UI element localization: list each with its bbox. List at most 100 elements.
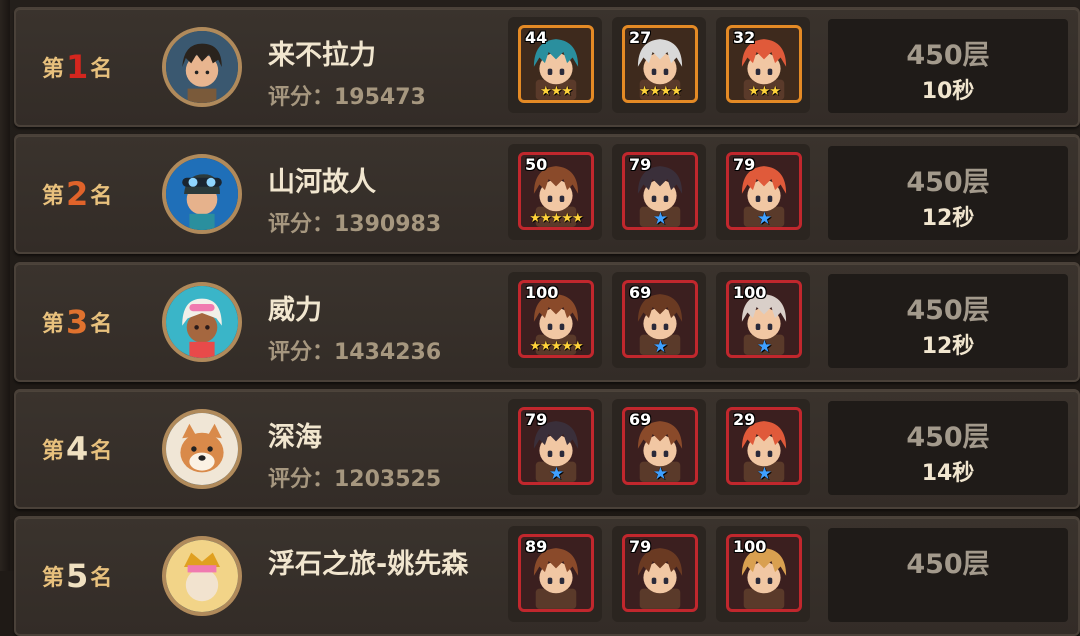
- result-panel: 450层 12秒: [828, 274, 1068, 368]
- player-score: 评分：1203525: [268, 467, 442, 492]
- ranking-row[interactable]: 第 2 名 山河故人评分：1390983 50 ★★★★★ 79 ★ 79 ★ 450层 12秒: [14, 134, 1080, 254]
- hero-slot: 79 ★: [508, 399, 602, 495]
- hero-slot: 50 ★★★★★: [508, 144, 602, 240]
- hero-portrait[interactable]: 27 ★★★★: [622, 25, 698, 103]
- hero-lineup: 50 ★★★★★ 79 ★ 79 ★: [508, 144, 810, 244]
- result-panel: 450层 10秒: [828, 19, 1068, 113]
- floor-reached: 450层: [906, 167, 990, 198]
- hero-portrait[interactable]: 79 ★: [726, 152, 802, 230]
- player-avatar-icon[interactable]: [162, 409, 242, 489]
- rank-number: 4: [66, 430, 89, 468]
- player-avatar-icon[interactable]: [162, 27, 242, 107]
- hero-portrait[interactable]: 69 ★: [622, 407, 698, 485]
- rank-label: 第3名: [42, 302, 142, 342]
- ranking-row[interactable]: 第 1 名 来不拉力 评分：195473 44 ★★★ 27 ★★★★ 32 ★★★ 450层 10秒: [14, 7, 1080, 127]
- hero-star-icon: ★: [652, 209, 668, 229]
- rank-prefix: 第: [42, 566, 65, 591]
- leaderboard-panel: 第 1 名来不拉力 评分：195473 44 ★★★ 27 ★★★★ 32 ★★★ 450层 10秒第…: [0, 0, 1080, 636]
- rank-suffix: 名: [90, 312, 113, 337]
- hero-portrait[interactable]: 100 ★★★★★: [518, 280, 594, 358]
- hero-slot: 29 ★: [716, 399, 810, 495]
- hero-lineup: 79 ★ 69 ★ 29 ★: [508, 399, 810, 499]
- hero-slot: 44 ★★★: [508, 17, 602, 113]
- clear-time: 14秒: [921, 461, 975, 486]
- rank-label: 第4名: [42, 429, 142, 469]
- ranking-row[interactable]: 第 3 名 威力评分：1434236 100 ★★★★★ 69 ★ 100 ★ 450层 12秒: [14, 262, 1080, 382]
- rank-number: 1: [66, 48, 89, 86]
- hero-slot: 100 ★: [716, 272, 810, 368]
- hero-star-icon: ★: [652, 337, 668, 357]
- player-score: 评分：1434236: [268, 340, 442, 365]
- rank-prefix: 第: [42, 57, 65, 82]
- hero-star-icon: ★★★: [748, 84, 781, 99]
- rank-suffix: 名: [90, 439, 113, 464]
- hero-level: 79: [733, 155, 756, 174]
- hero-portrait[interactable]: 79 ★: [518, 407, 594, 485]
- hero-level: 69: [629, 283, 652, 302]
- hero-level: 50: [525, 155, 548, 174]
- floor-reached: 450层: [906, 422, 990, 453]
- rank-label: 第5名: [42, 556, 142, 596]
- rank-number: 2: [66, 175, 89, 213]
- hero-portrait[interactable]: 29 ★: [726, 407, 802, 485]
- hero-level: 79: [525, 410, 548, 429]
- hero-slot: 100 ★★★★★: [508, 272, 602, 368]
- player-score: 评分：1390983: [268, 212, 442, 237]
- hero-slot: 32 ★★★: [716, 17, 810, 113]
- rank-prefix: 第: [42, 312, 65, 337]
- hero-star-icon: ★: [756, 209, 772, 229]
- hero-level: 27: [629, 28, 652, 47]
- result-panel: 450层 14秒: [828, 401, 1068, 495]
- player-name[interactable]: 来不拉力: [268, 33, 376, 72]
- floor-reached: 450层: [906, 295, 990, 326]
- hero-star-icon: ★★★★: [638, 84, 683, 99]
- hero-portrait[interactable]: 79 ★: [622, 152, 698, 230]
- hero-level: 89: [525, 537, 548, 556]
- hero-lineup: 44 ★★★ 27 ★★★★ 32 ★★★: [508, 17, 810, 117]
- hero-level: 32: [733, 28, 756, 47]
- clear-time: 12秒: [921, 334, 975, 359]
- hero-level: 69: [629, 410, 652, 429]
- hero-portrait[interactable]: 44 ★★★: [518, 25, 594, 103]
- hero-slot: 79 ★: [612, 144, 706, 240]
- hero-level: 100: [733, 537, 767, 556]
- hero-portrait[interactable]: 79: [622, 534, 698, 612]
- rank-label: 第1名: [42, 47, 142, 87]
- hero-lineup: 100 ★★★★★ 69 ★ 100 ★: [508, 272, 810, 372]
- hero-level: 44: [525, 28, 548, 47]
- player-avatar-icon[interactable]: [162, 536, 242, 616]
- rank-suffix: 名: [90, 184, 113, 209]
- hero-star-icon: ★: [652, 464, 668, 484]
- hero-slot: 89: [508, 526, 602, 622]
- hero-portrait[interactable]: 100 ★: [726, 280, 802, 358]
- hero-portrait[interactable]: 100: [726, 534, 802, 612]
- floor-reached: 450层: [906, 40, 990, 71]
- hero-portrait[interactable]: 89: [518, 534, 594, 612]
- hero-lineup: 89 79 100: [508, 526, 810, 626]
- floor-reached: 450层: [906, 549, 990, 580]
- hero-slot: 27 ★★★★: [612, 17, 706, 113]
- hero-portrait[interactable]: 50 ★★★★★: [518, 152, 594, 230]
- ranking-row[interactable]: 第 4 名 深海 评分：1203525 79 ★ 69 ★ 29 ★ 450层 14秒: [14, 389, 1080, 509]
- hero-slot: 100: [716, 526, 810, 622]
- player-name[interactable]: 威力: [268, 288, 322, 327]
- player-name[interactable]: 山河故人: [268, 160, 376, 199]
- hero-star-icon: ★: [756, 337, 772, 357]
- ranking-row[interactable]: 第 5 名 浮石之旅-姚先森 89 79 100 450层: [14, 516, 1080, 636]
- hero-level: 79: [629, 155, 652, 174]
- player-avatar-icon[interactable]: [162, 282, 242, 362]
- player-name[interactable]: 深海: [268, 415, 322, 454]
- hero-level: 79: [629, 537, 652, 556]
- clear-time: 10秒: [921, 79, 975, 104]
- panel-left-edge: [0, 0, 10, 571]
- hero-portrait[interactable]: 32 ★★★: [726, 25, 802, 103]
- hero-level: 100: [733, 283, 767, 302]
- hero-portrait[interactable]: 69 ★: [622, 280, 698, 358]
- hero-level: 100: [525, 283, 559, 302]
- clear-time: 12秒: [921, 206, 975, 231]
- rank-number: 5: [66, 557, 89, 595]
- player-avatar-icon[interactable]: [162, 154, 242, 234]
- hero-slot: 79: [612, 526, 706, 622]
- player-name[interactable]: 浮石之旅-姚先森: [268, 542, 468, 581]
- rank-label: 第2名: [42, 174, 142, 214]
